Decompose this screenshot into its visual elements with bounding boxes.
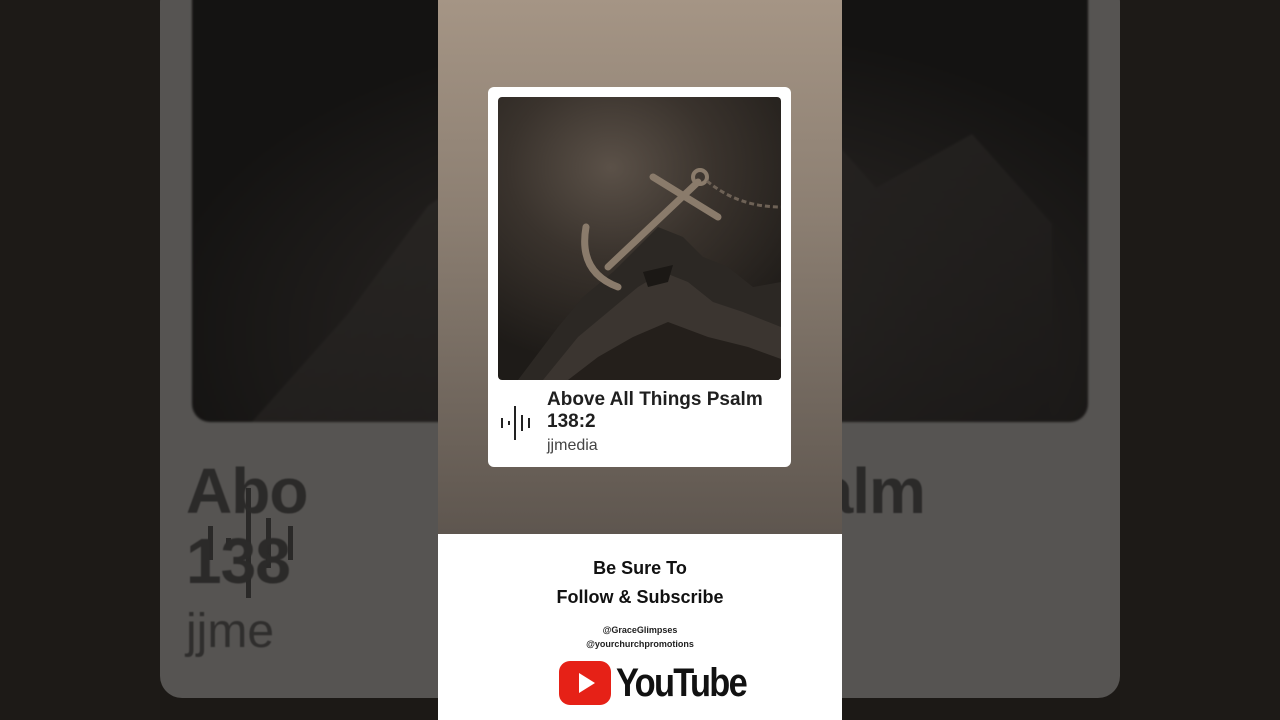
song-title: Above All Things Psalm 138:2	[547, 389, 763, 432]
handle-graceglimpses[interactable]: @GraceGlimpses	[438, 623, 842, 637]
left-shade	[0, 0, 160, 720]
cta-line-2: Follow & Subscribe	[556, 587, 724, 607]
youtube-logo[interactable]: YouTube	[559, 661, 767, 705]
audio-waveform-icon	[501, 406, 530, 440]
background-title-left: Abo 138	[186, 455, 308, 597]
handle-yourchurchpromotions[interactable]: @yourchurchpromotions	[438, 637, 842, 651]
panel-gradient: Above All Things Psalm 138:2 jjmedia	[438, 0, 842, 534]
call-to-action: Be Sure To Follow & Subscribe	[438, 554, 842, 612]
background-artist: jjme	[186, 605, 275, 658]
social-handles: @GraceGlimpses @yourchurchpromotions	[438, 623, 842, 651]
song-artist: jjmedia	[547, 437, 598, 454]
promo-section: Be Sure To Follow & Subscribe @GraceGlim…	[438, 534, 842, 720]
cta-line-1: Be Sure To	[593, 558, 687, 578]
youtube-play-icon	[559, 661, 611, 705]
right-shade	[1120, 0, 1280, 720]
video-panel: Above All Things Psalm 138:2 jjmedia Be …	[438, 0, 842, 720]
song-card[interactable]: Above All Things Psalm 138:2 jjmedia	[488, 87, 791, 467]
anchor-artwork-illustration	[518, 168, 781, 380]
album-artwork	[498, 97, 781, 380]
youtube-wordmark: YouTube	[616, 661, 748, 705]
